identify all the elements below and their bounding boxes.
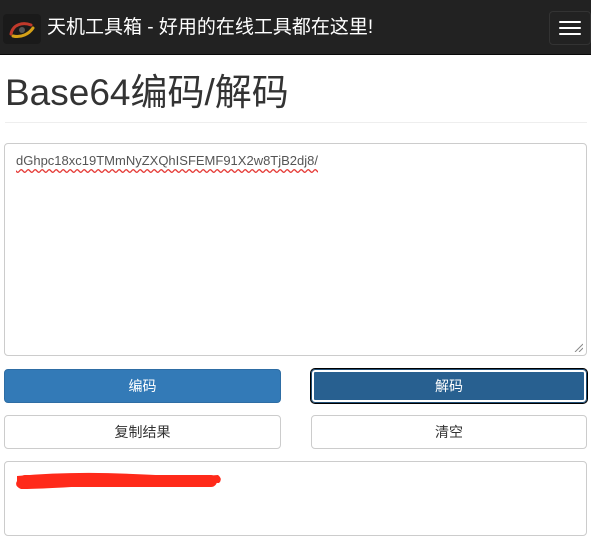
- redaction-mark: [16, 472, 221, 489]
- navbar-toggle-button[interactable]: [549, 11, 591, 45]
- brand-logo-icon[interactable]: [3, 14, 41, 44]
- encode-button[interactable]: 编码: [4, 369, 281, 403]
- title-divider: [5, 122, 587, 123]
- page-title: Base64编码/解码: [5, 72, 289, 113]
- top-navbar: 天机工具箱 - 好用的在线工具都在这里!: [0, 0, 591, 55]
- input-text: dGhpc18xc19TMmNyZXQhISFEMF91X2w8TjB2dj8/: [16, 153, 318, 168]
- resize-grip-icon[interactable]: [574, 343, 583, 352]
- copy-result-button[interactable]: 复制结果: [4, 415, 281, 449]
- input-textarea[interactable]: dGhpc18xc19TMmNyZXQhISFEMF91X2w8TjB2dj8/: [4, 143, 587, 356]
- hamburger-bar: [559, 33, 581, 35]
- brand-title[interactable]: 天机工具箱 - 好用的在线工具都在这里!: [47, 15, 373, 41]
- hamburger-menu-icon: [559, 21, 581, 23]
- clear-button[interactable]: 清空: [311, 415, 587, 449]
- hamburger-bar: [559, 27, 581, 29]
- decode-button[interactable]: 解码: [310, 368, 588, 404]
